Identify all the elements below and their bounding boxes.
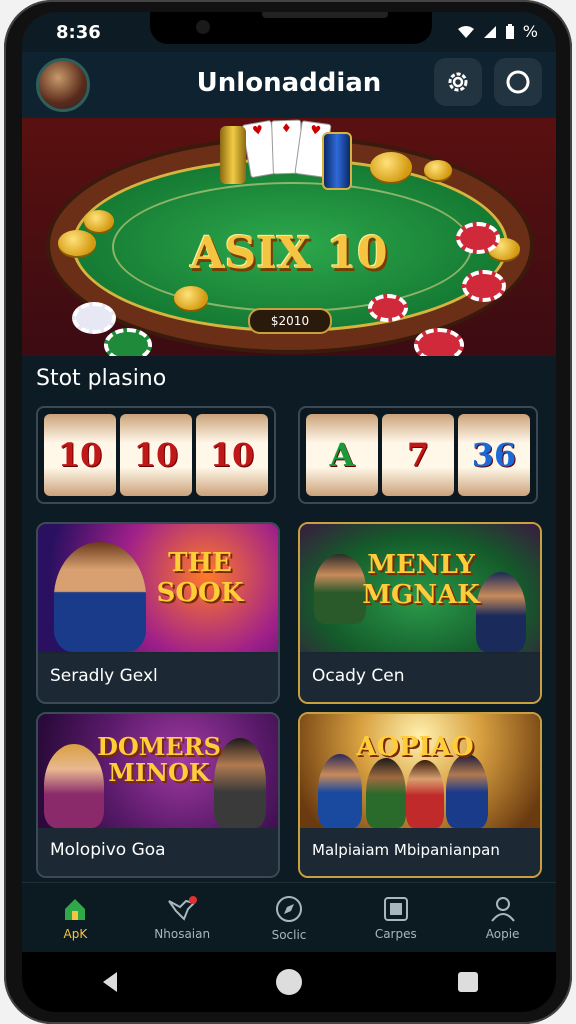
character-figure	[366, 758, 406, 828]
banner-code: $2010	[248, 308, 332, 334]
game-thumbnail: THE SOOK	[38, 524, 278, 652]
square-icon	[383, 897, 408, 921]
slot-reel: 10	[196, 414, 268, 496]
nav-label: Aopie	[485, 927, 520, 941]
gold-coin	[370, 152, 412, 182]
game-label: Malpiaiam Mbipanianpan	[300, 828, 540, 876]
banner-title: ASIX 10	[190, 228, 388, 279]
app-screen: 8:36 % Unlonaddian ♥ ♦ ♥ ASIX 10 $2010 S…	[22, 12, 556, 1012]
game-card[interactable]: DOMERS MINOK Molopivo Goa	[36, 712, 280, 878]
chip-canister	[220, 126, 246, 184]
settings-button[interactable]	[434, 58, 482, 106]
home-button-icon[interactable]	[274, 967, 304, 997]
game-art-title: THE SOOK	[156, 548, 244, 608]
character-figure	[318, 754, 362, 828]
gear-icon	[448, 72, 468, 92]
back-icon[interactable]	[97, 969, 123, 995]
game-label: Molopivo Goa	[38, 828, 278, 876]
home-icon	[65, 899, 86, 920]
nav-label: Soclic	[271, 928, 307, 942]
slot-reel: 36	[458, 414, 530, 496]
status-icons: %	[457, 22, 538, 41]
game-card[interactable]: THE SOOK Seradly Gexl	[36, 522, 280, 704]
slot-reel: 10	[44, 414, 116, 496]
chip-canister	[322, 132, 352, 190]
poker-chip	[72, 302, 116, 334]
circle-icon	[506, 70, 530, 94]
slot-machine[interactable]: 10 10 10	[36, 406, 276, 504]
phone-frame: 8:36 % Unlonaddian ♥ ♦ ♥ ASIX 10 $2010 S…	[4, 0, 572, 1024]
nav-item-soclic[interactable]: Soclic	[236, 883, 343, 953]
slot-reel: 7	[382, 414, 454, 496]
gold-coin	[424, 160, 452, 180]
nav-label: ApK	[63, 927, 88, 941]
bottom-navigation: ApK Nhosaian Soclic Carpes Aopie	[22, 882, 556, 953]
gold-coin	[174, 286, 208, 310]
front-camera	[196, 20, 210, 34]
status-time: 8:36	[56, 22, 101, 43]
game-label: Ocady Cen	[300, 654, 540, 702]
promo-banner[interactable]: ♥ ♦ ♥ ASIX 10 $2010	[22, 118, 556, 356]
poker-chip	[104, 328, 152, 356]
system-navigation-bar	[22, 952, 556, 1012]
game-art-title: DOMERS MINOK	[97, 732, 221, 787]
game-card[interactable]: MENLY MGNAK Ocady Cen	[298, 522, 542, 704]
slot-reel: 10	[120, 414, 192, 496]
wifi-icon	[457, 25, 474, 38]
game-thumbnail: DOMERS MINOK	[38, 714, 278, 828]
nav-item-aopie[interactable]: Aopie	[449, 883, 556, 953]
battery-icon	[505, 23, 514, 39]
recents-icon[interactable]	[455, 969, 481, 995]
poker-chip	[414, 328, 464, 356]
game-label: Seradly Gexl	[38, 654, 278, 702]
game-card[interactable]: AOPIAO Malpiaiam Mbipanianpan	[298, 712, 542, 878]
slot-machine[interactable]: A 7 36	[298, 406, 538, 504]
section-title: Stot plasino	[36, 366, 167, 391]
battery-text: %	[522, 22, 538, 41]
game-thumbnail: AOPIAO	[300, 714, 540, 828]
nav-label: Nhosaian	[154, 927, 211, 941]
nav-label: Carpes	[374, 927, 417, 941]
character-figure	[446, 754, 488, 828]
app-header: Unlonaddian	[22, 52, 556, 118]
slot-reel: A	[306, 414, 378, 496]
camera-notch	[150, 12, 432, 44]
earpiece-speaker	[262, 12, 388, 18]
nav-item-carpes[interactable]: Carpes	[342, 883, 449, 953]
nav-item-nhosaian[interactable]: Nhosaian	[129, 883, 236, 953]
user-icon	[490, 897, 515, 922]
nav-item-apk[interactable]: ApK	[22, 883, 129, 953]
bird-icon	[168, 896, 198, 921]
compass-icon	[275, 896, 302, 922]
poker-chip	[368, 294, 408, 322]
signal-icon	[483, 25, 496, 38]
game-art-title: AOPIAO	[356, 732, 474, 762]
game-art-title: MENLY MGNAK	[362, 550, 480, 610]
game-thumbnail: MENLY MGNAK	[300, 524, 540, 652]
character-figure	[406, 760, 444, 828]
profile-button[interactable]	[494, 58, 542, 106]
